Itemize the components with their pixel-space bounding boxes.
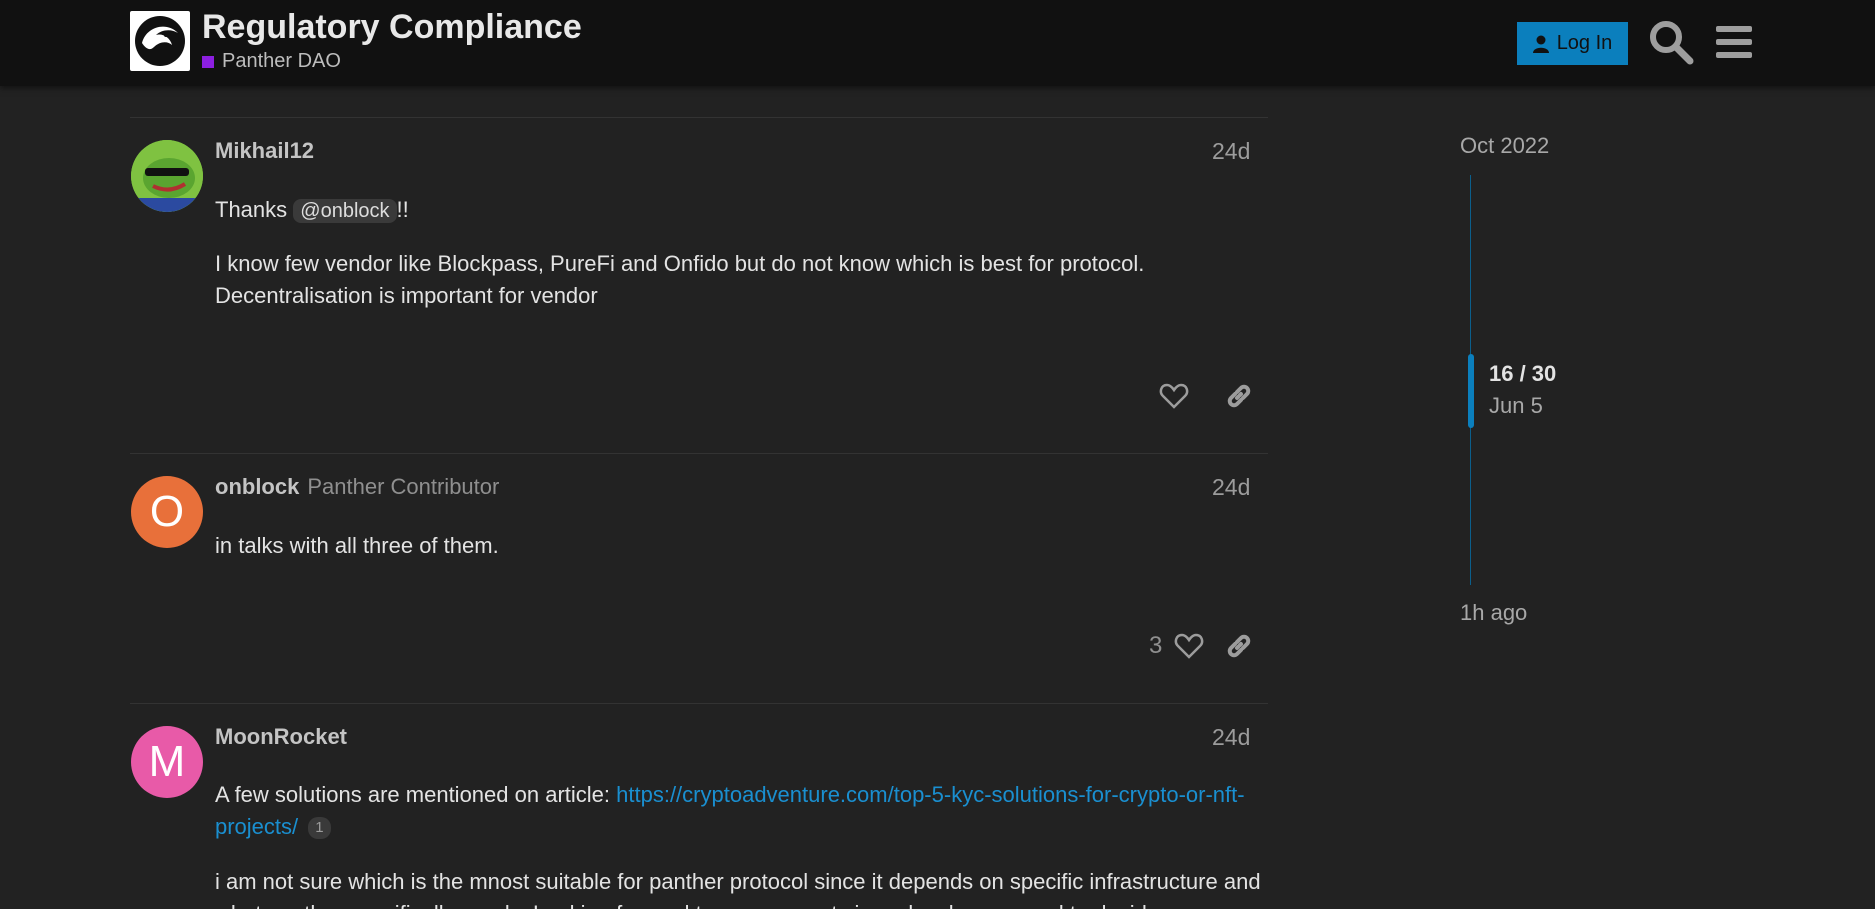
- timeline-scroll-handle[interactable]: [1468, 354, 1474, 428]
- post-text-span: A few solutions are mentioned on article…: [215, 782, 611, 807]
- timeline-current-date: Jun 5: [1489, 393, 1543, 418]
- post-text-span: Thanks: [215, 197, 288, 222]
- post-username-line: onblock Panther Contributor: [215, 474, 499, 500]
- share-link-icon[interactable]: [1224, 631, 1254, 661]
- like-heart-icon[interactable]: [1174, 631, 1204, 661]
- panther-logo-icon: [135, 16, 185, 66]
- avatar-letter: M: [148, 737, 186, 786]
- search-icon: [1650, 21, 1694, 65]
- avatar[interactable]: M: [131, 726, 203, 798]
- post-divider: [130, 453, 1268, 454]
- hamburger-icon: [1716, 26, 1752, 58]
- hamburger-menu-button[interactable]: [1714, 22, 1754, 62]
- like-heart-icon[interactable]: [1159, 381, 1189, 411]
- topic-title[interactable]: Regulatory Compliance: [202, 8, 582, 47]
- avatar-letter: O: [149, 487, 185, 536]
- post-paragraph: in talks with all three of them.: [215, 533, 499, 558]
- login-button[interactable]: Log In: [1517, 22, 1628, 65]
- timeline-end-date[interactable]: 1h ago: [1460, 600, 1527, 626]
- link-click-count: 1: [308, 817, 331, 840]
- category-name: Panther DAO: [222, 50, 341, 72]
- category-color-swatch: [202, 55, 214, 68]
- user-title: Panther Contributor: [307, 474, 500, 499]
- avatar[interactable]: O: [131, 476, 203, 548]
- post-date[interactable]: 24d: [1212, 474, 1250, 501]
- category-badge[interactable]: Panther DAO: [202, 50, 341, 73]
- post-username[interactable]: Mikhail12: [215, 138, 314, 164]
- post-paragraph: i am not sure which is the mnost suitabl…: [215, 869, 1261, 909]
- post-paragraph: I know few vendor like Blockpass, PureFi…: [215, 251, 1145, 308]
- post-date[interactable]: 24d: [1212, 724, 1250, 751]
- post-username[interactable]: MoonRocket: [215, 724, 347, 750]
- post-date[interactable]: 24d: [1212, 138, 1250, 165]
- share-link-icon[interactable]: [1224, 381, 1254, 411]
- search-button[interactable]: [1648, 19, 1694, 65]
- post-username[interactable]: onblock: [215, 474, 299, 499]
- timeline-post-position: 16 / 30: [1489, 361, 1557, 386]
- post-text-span: !!: [396, 197, 409, 222]
- user-mention[interactable]: @onblock: [293, 199, 397, 223]
- site-logo[interactable]: [130, 11, 190, 71]
- login-label: Log In: [1556, 32, 1613, 54]
- timeline-start-date[interactable]: Oct 2022: [1460, 133, 1549, 159]
- post-paragraph: Thanks @onblock!!: [215, 194, 1255, 227]
- like-count[interactable]: 3: [1149, 632, 1162, 660]
- post-divider: [130, 703, 1268, 704]
- avatar[interactable]: [131, 140, 203, 212]
- site-header: Regulatory Compliance Panther DAO Log In: [0, 0, 1875, 86]
- frog-avatar-icon: [131, 140, 203, 212]
- post-divider: [130, 117, 1268, 118]
- user-icon: [1532, 35, 1549, 53]
- post-paragraph: A few solutions are mentioned on article…: [215, 779, 1275, 843]
